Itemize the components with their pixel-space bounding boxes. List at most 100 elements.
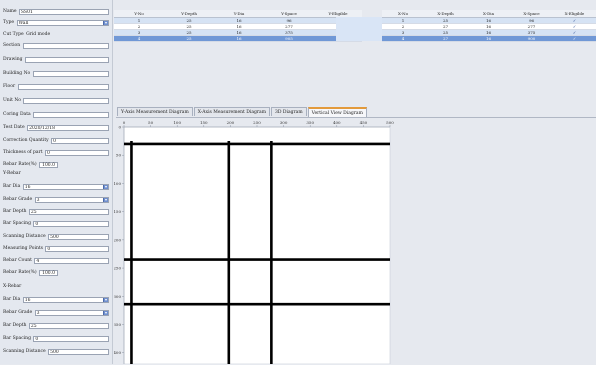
diagram-tabs: Y-Axis Measurement Diagram X-Axis Measur…	[117, 107, 368, 117]
y-rebar-count-field[interactable]: 4	[34, 257, 109, 264]
cut-type-row: Cut Type Grid mode	[3, 31, 109, 38]
x-results-table[interactable]: X-No X-Depth X-Dia X-Space X-Eligible 12…	[382, 10, 596, 42]
name-row: Name SS01	[3, 8, 109, 15]
x-tick-label: 200	[227, 120, 235, 125]
tab-x-axis-measurement[interactable]: X-Axis Measurement Diagram	[193, 107, 271, 116]
y-rebar-grade-select[interactable]: 3 ▾	[34, 196, 109, 203]
type-select[interactable]: Wall ▾	[16, 19, 109, 26]
x-bar-dia-select[interactable]: 16 ▾	[22, 296, 109, 303]
y-meas-points-field[interactable]: 0	[45, 245, 109, 252]
x-bar-dia-value: 16	[24, 297, 31, 303]
name-field[interactable]: SS01	[19, 8, 109, 15]
tab-3d-diagram[interactable]: 3D Diagram	[271, 107, 307, 116]
correction-row: Correction Quantity 0	[3, 137, 109, 144]
cell: 16	[467, 35, 510, 42]
y-dia-header[interactable]: Y-Dia	[214, 10, 264, 18]
table-row-selected[interactable]: 42516905✓	[114, 35, 362, 42]
y-tick-label: 350	[114, 322, 121, 327]
y-rebar-count-row: Rebar Count 4	[3, 257, 109, 264]
x-bar-dia-row: Bar Dia 16 ▾	[3, 296, 109, 303]
coring-data-label: Coring Data	[3, 112, 31, 117]
y-scan-dist-label: Scanning Distance	[3, 234, 46, 239]
chevron-down-icon[interactable]: ▾	[103, 310, 108, 315]
x-depth-header[interactable]: X-Depth	[424, 10, 467, 18]
type-label: Type	[3, 20, 15, 25]
drawing-field[interactable]	[24, 56, 109, 63]
y-space-header[interactable]: Y-Space	[264, 10, 314, 18]
x-tick-label: 300	[280, 120, 288, 125]
y-tick-label: 400	[114, 350, 121, 355]
chevron-down-icon[interactable]: ▾	[103, 197, 108, 202]
floor-row: Floor	[3, 83, 109, 90]
x-dia-header[interactable]: X-Dia	[467, 10, 510, 18]
table-row-selected[interactable]: 4 27 16 900 ✓	[382, 35, 596, 42]
y-tick-label: 300	[114, 294, 121, 299]
section-field[interactable]	[22, 42, 109, 49]
x-eligible-header[interactable]: X-Eligible	[553, 10, 596, 18]
test-date-field[interactable]: 2020/12/18	[27, 124, 109, 131]
x-tick-label: 400	[333, 120, 341, 125]
x-space-header[interactable]: X-Space	[510, 10, 553, 18]
x-tick-label: 0	[123, 120, 126, 125]
unit-field[interactable]	[23, 97, 109, 104]
x-rebar-grade-row: Rebar Grade 3 ▾	[3, 309, 109, 316]
rebar-rate-top-label: Rebar Rate(%)	[3, 162, 37, 167]
name-label: Name	[3, 9, 17, 14]
y-bar-spacing-field[interactable]: 0	[33, 220, 109, 227]
y-tick-label: 250	[114, 266, 121, 271]
chevron-down-icon[interactable]: ▾	[103, 20, 108, 25]
building-field[interactable]	[32, 70, 109, 77]
x-rebar-grade-label: Rebar Grade	[3, 310, 33, 315]
y-rebar-grade-value: 3	[36, 197, 40, 203]
y-bar-depth-row: Bar Depth 25	[3, 208, 109, 215]
y-bar-dia-row: Bar Dia 16 ▾	[3, 183, 109, 190]
plot-area	[123, 126, 391, 364]
x-bar-depth-field[interactable]: 25	[28, 322, 109, 329]
thickness-label: Thickness of part	[3, 150, 43, 155]
unit-label: Unit No	[3, 98, 22, 103]
y-tick-label: 0	[118, 125, 121, 130]
x-tick-label: 50	[148, 120, 154, 125]
y-bar-spacing-row: Bar Spacing 0	[3, 220, 109, 227]
x-rebar-grade-select[interactable]: 3 ▾	[34, 309, 109, 316]
y-depth-header[interactable]: Y-Depth	[164, 10, 214, 18]
x-tick-label: 350	[306, 120, 314, 125]
test-date-row: Test Date 2020/12/18	[3, 124, 109, 131]
drawing-row: Drawing	[3, 56, 109, 63]
cell: 16	[214, 35, 264, 42]
tab-y-axis-measurement[interactable]: Y-Axis Measurement Diagram	[117, 107, 193, 116]
chevron-down-icon[interactable]: ▾	[103, 297, 108, 302]
vertical-view-plot[interactable]: 0 50 100 150 200 250 300 350 400 450 500 0 50 100 150…	[114, 116, 394, 364]
chevron-down-icon[interactable]: ▾	[103, 184, 108, 189]
x-bar-spacing-row: Bar Spacing 0	[3, 335, 109, 342]
y-bar-depth-field[interactable]: 25	[28, 208, 109, 215]
coring-data-field[interactable]	[33, 111, 109, 118]
floor-field[interactable]	[17, 83, 109, 90]
y-meas-points-row: Measuring Points 0	[3, 245, 109, 252]
parameters-panel: Name SS01 Type Wall ▾ Cut Type Grid mode …	[0, 0, 113, 364]
y-rebar-rate-row: Rebar Rate(%) 100.0	[3, 269, 109, 276]
x-no-header[interactable]: X-No	[382, 10, 424, 18]
y-bar-dia-select[interactable]: 16 ▾	[22, 183, 109, 190]
cell: 4	[382, 35, 424, 42]
x-scan-dist-field[interactable]: 500	[48, 348, 109, 355]
y-no-header[interactable]: Y-No	[114, 10, 164, 18]
cell: 27	[424, 35, 467, 42]
y-scan-dist-field[interactable]: 500	[48, 233, 109, 240]
x-bar-spacing-field[interactable]: 0	[33, 335, 109, 342]
x-bar-depth-label: Bar Depth	[3, 323, 27, 328]
check-icon: ✓	[553, 35, 596, 42]
thickness-row: Thickness of part 0	[3, 149, 109, 156]
y-tick-label: 50	[116, 153, 122, 158]
thickness-field[interactable]: 0	[44, 149, 109, 156]
y-scan-dist-row: Scanning Distance 500	[3, 233, 109, 240]
y-rebar-rate-label: Rebar Rate(%)	[3, 270, 37, 275]
y-tick-label: 200	[114, 237, 121, 242]
correction-label: Correction Quantity	[3, 138, 49, 143]
y-rebar-count-label: Rebar Count	[3, 258, 32, 263]
unit-row: Unit No	[3, 97, 109, 104]
drawing-label: Drawing	[3, 57, 23, 62]
y-results-table[interactable]: Y-No Y-Depth Y-Dia Y-Space Y-Eligible 12…	[114, 10, 362, 42]
correction-field[interactable]: 0	[51, 137, 109, 144]
rebar-rate-top-value: 100.0	[39, 161, 58, 168]
